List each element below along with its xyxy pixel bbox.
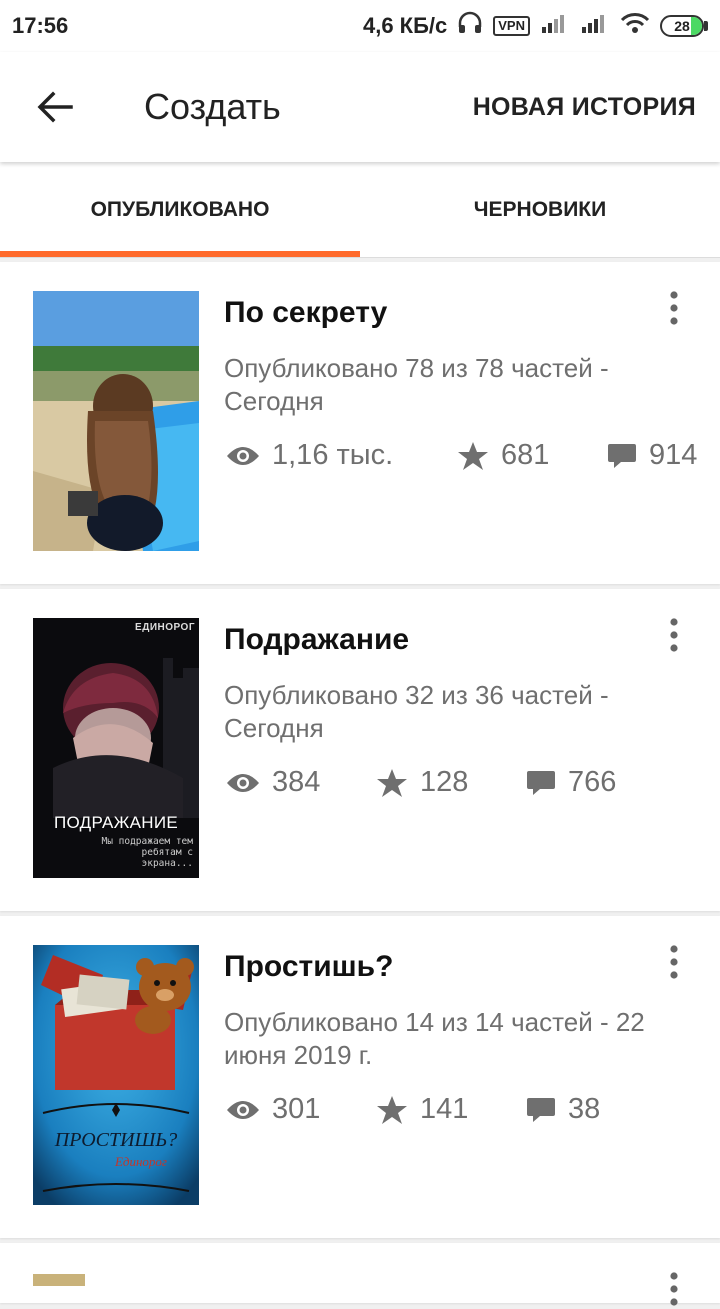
story-menu-button[interactable] [654, 615, 694, 655]
more-vertical-icon [670, 618, 678, 652]
story-menu-button[interactable] [654, 1269, 694, 1309]
story-stats: 301 141 38 [224, 1093, 704, 1133]
arrow-left-icon [37, 91, 73, 123]
status-bar: 17:56 4,6 КБ/с VPN 28 [0, 0, 720, 52]
status-time: 17:56 [12, 13, 69, 38]
star-icon [377, 1095, 407, 1124]
story-title[interactable]: По секрету [224, 296, 387, 330]
story-cover-image [33, 1274, 85, 1286]
cover-title: ПРОСТИШЬ? [54, 1129, 178, 1151]
votes-count: 128 [420, 766, 469, 798]
more-vertical-icon [670, 291, 678, 325]
story-status: Опубликовано 14 из 14 частей - 22 июня 2… [224, 1007, 645, 1070]
eye-icon [227, 1100, 259, 1119]
eye-icon [227, 446, 259, 465]
vpn-indicator: VPN [493, 16, 530, 36]
battery-indicator: 28 [660, 15, 708, 37]
more-vertical-icon [670, 945, 678, 979]
tab-bar: ОПУБЛИКОВАНО ЧЕРНОВИКИ [0, 162, 720, 258]
network-speed: 4,6 КБ/с [362, 13, 448, 38]
back-button[interactable] [0, 52, 110, 162]
story-status: Опубликовано 32 из 36 частей - Сегодня [224, 680, 609, 743]
story-title[interactable]: Подражание [224, 623, 409, 657]
story-menu-button[interactable] [654, 942, 694, 982]
story-card[interactable]: ПРОСТИШЬ? Единорог Простишь? Опубликован… [0, 916, 720, 1238]
views-stat: 384 [226, 766, 320, 799]
story-card[interactable] [0, 1243, 720, 1306]
cover-title: ПОДРАЖАНИЕ [54, 813, 178, 832]
comment-icon [608, 443, 636, 468]
comments-stat: 38 [526, 1093, 600, 1126]
story-stats: 384 128 766 [224, 766, 704, 806]
story-status: Опубликовано 78 из 78 частей - Сегодня [224, 353, 609, 416]
votes-count: 141 [420, 1093, 469, 1125]
star-icon [377, 768, 407, 797]
cover-author: ЕДИНОРОГ [135, 622, 195, 633]
signal-icon [540, 12, 570, 40]
wifi-icon [620, 12, 650, 40]
story-title[interactable]: Простишь? [224, 950, 393, 984]
app-bar: Создать НОВАЯ ИСТОРИЯ [0, 52, 720, 162]
comment-icon [527, 770, 555, 795]
story-card[interactable]: По секрету Опубликовано 78 из 78 частей … [0, 262, 720, 584]
votes-stat: 681 [457, 439, 549, 472]
views-stat: 301 [226, 1093, 320, 1126]
new-story-button[interactable]: НОВАЯ ИСТОРИЯ [473, 93, 696, 122]
comments-count: 766 [568, 766, 617, 798]
more-vertical-icon [670, 1272, 678, 1306]
votes-stat: 128 [376, 766, 468, 799]
comment-icon [527, 1097, 555, 1122]
views-count: 384 [272, 766, 321, 798]
eye-icon [227, 773, 259, 792]
page-title: Создать [144, 86, 281, 127]
views-count: 1,16 тыс. [272, 439, 394, 471]
story-list: По секрету Опубликовано 78 из 78 частей … [0, 262, 720, 1308]
headphones-icon [457, 11, 483, 41]
votes-count: 681 [501, 439, 550, 471]
votes-stat: 141 [376, 1093, 468, 1126]
story-card[interactable]: ЕДИНОРОГ ПОДРАЖАНИЕ Мы подражаем тем реб… [0, 589, 720, 911]
tab-published[interactable]: ОПУБЛИКОВАНО [0, 162, 360, 257]
views-count: 301 [272, 1093, 321, 1125]
comments-count: 38 [568, 1093, 601, 1125]
cover-author: Единорог [114, 1154, 168, 1169]
views-stat: 1,16 тыс. [226, 439, 393, 472]
comments-stat: 914 [607, 439, 697, 472]
cover-subtitle: Мы подражаем тем ребятам с экрана... [101, 836, 193, 869]
story-cover-image: ЕДИНОРОГ ПОДРАЖАНИЕ Мы подражаем тем реб… [33, 618, 199, 878]
tab-drafts[interactable]: ЧЕРНОВИКИ [360, 162, 720, 257]
signal-icon-2 [580, 12, 610, 40]
story-cover-image: ПРОСТИШЬ? Единорог [33, 945, 199, 1205]
story-stats: 1,16 тыс. 681 914 [224, 439, 704, 479]
battery-level: 28 [674, 18, 690, 34]
story-menu-button[interactable] [654, 288, 694, 328]
comments-stat: 766 [526, 766, 616, 799]
comments-count: 914 [649, 439, 698, 471]
story-cover-image [33, 291, 199, 551]
star-icon [458, 441, 488, 470]
